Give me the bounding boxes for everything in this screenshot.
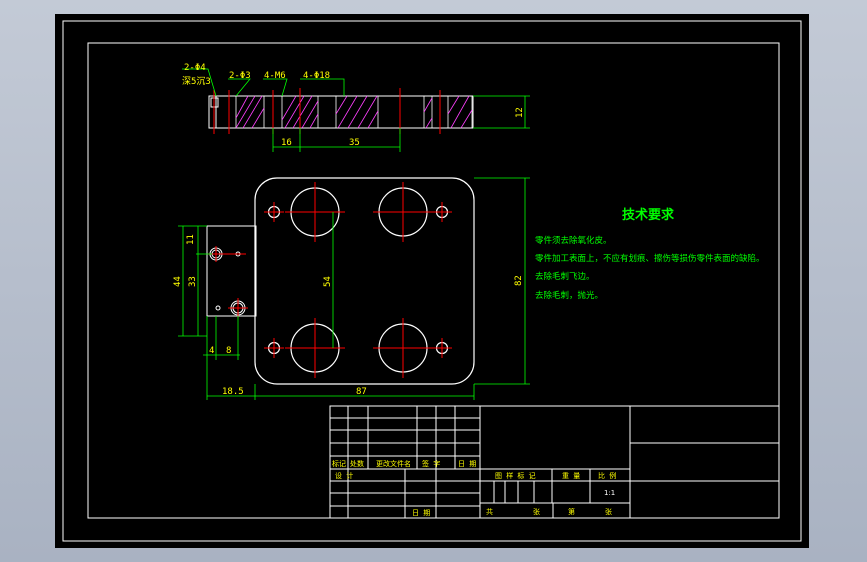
callout-4xphi18: 4-Φ18 xyxy=(303,71,330,81)
dim-87: 87 xyxy=(356,387,367,397)
tech-title: 技术要求 xyxy=(622,207,675,223)
tb-sheet-no-unit: 张 xyxy=(605,507,612,516)
tb-sheet-total-unit: 张 xyxy=(533,507,540,516)
tb-scale-label: 比 例 xyxy=(598,471,616,480)
dim-33: 33 xyxy=(188,276,198,287)
tb-sheet-total: 共 xyxy=(486,507,493,516)
dim-12: 12 xyxy=(515,107,525,118)
dim-18-5: 18.5 xyxy=(222,387,244,397)
tb-rev-date: 日 期 xyxy=(458,460,476,468)
tech-line-4: 去除毛刺，抛光。 xyxy=(535,290,603,301)
dim-54: 54 xyxy=(323,276,333,287)
callout-2xphi4: 2-Φ4 xyxy=(184,63,206,73)
drawing-canvas: 2-Φ4 深5沉3 2-Φ3 4-M6 4-Φ18 16 35 12 11 33… xyxy=(55,14,809,548)
tb-sheet-no: 第 xyxy=(568,507,575,516)
dim-4: 4 xyxy=(209,346,214,356)
dim-44: 44 xyxy=(173,276,183,287)
tech-line-3: 去除毛刺飞边。 xyxy=(535,271,595,282)
dim-82: 82 xyxy=(514,275,524,286)
cad-drawing-viewport[interactable]: 2-Φ4 深5沉3 2-Φ3 4-M6 4-Φ18 16 35 12 11 33… xyxy=(0,0,867,562)
callout-depth5-cb3: 深5沉3 xyxy=(182,76,211,87)
dim-35: 35 xyxy=(349,138,360,148)
tb-rev-file: 更改文件名 xyxy=(376,459,411,468)
callout-2xphi3: 2-Φ3 xyxy=(229,71,251,81)
dim-16: 16 xyxy=(281,138,292,148)
tb-weight: 重 量 xyxy=(562,472,580,480)
tb-rev-mark: 标记 xyxy=(332,459,346,468)
tb-drawing-mark: 图 样 标 记 xyxy=(495,471,536,480)
dim-11: 11 xyxy=(186,234,196,245)
callout-4xm6: 4-M6 xyxy=(264,71,286,81)
tb-date: 日 期 xyxy=(412,509,430,517)
tb-design: 设 计 xyxy=(335,471,353,480)
tech-line-2: 零件加工表面上，不应有划痕、擦伤等损伤零件表面的缺陷。 xyxy=(535,253,765,264)
tb-rev-count: 处数 xyxy=(350,459,364,468)
dim-8: 8 xyxy=(226,346,231,356)
tb-rev-sign: 签 字 xyxy=(422,459,440,468)
tech-line-1: 零件须去除氧化皮。 xyxy=(535,235,612,246)
tb-scale-value: 1:1 xyxy=(604,489,615,497)
